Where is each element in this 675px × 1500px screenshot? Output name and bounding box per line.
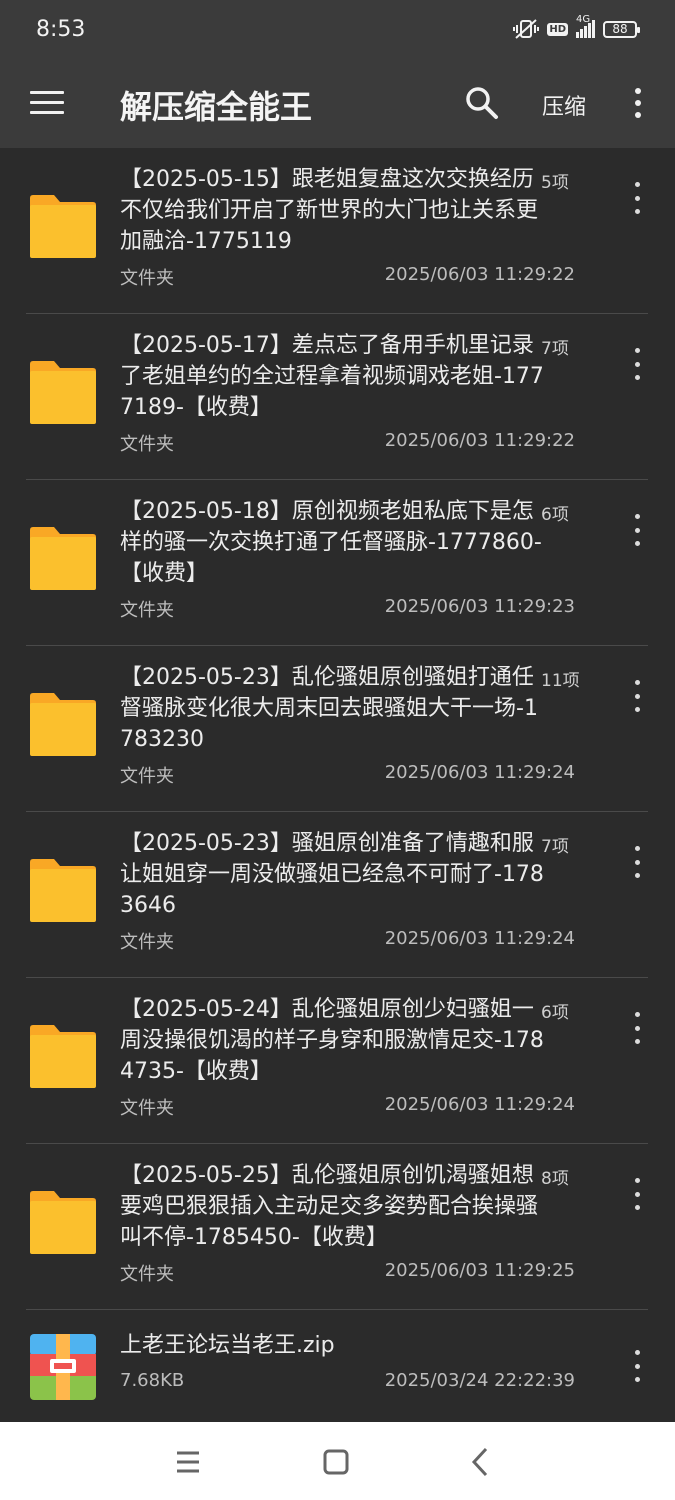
file-name: 【2025-05-25】乱伦骚姐原创饥渴骚姐想要鸡巴狠狠插入主动足交多姿势配合挨… [120,1163,539,1250]
row-more-icon[interactable] [629,1350,647,1386]
recents-icon[interactable] [168,1442,208,1482]
item-count: 5项 [541,173,569,193]
modified-date: 2025/06/03 11:29:24 [384,762,575,783]
file-row[interactable]: 【2025-05-18】原创视频老姐私底下是怎样的骚一次交换打通了任督骚脉-17… [0,480,675,646]
row-more-icon[interactable] [629,348,647,384]
zip-archive-icon [30,1334,96,1400]
file-name: 【2025-05-18】原创视频老姐私底下是怎样的骚一次交换打通了任督骚脉-17… [120,499,542,586]
file-size: 7.68KB [120,1370,185,1391]
modified-date: 2025/06/03 11:29:25 [384,1260,575,1281]
app-title: 解压缩全能王 [120,88,313,126]
battery-level: 88 [612,22,628,36]
folder-icon [30,358,96,424]
row-more-icon[interactable] [629,182,647,218]
item-count: 6项 [541,505,569,525]
compress-button[interactable]: 压缩 [542,89,586,121]
file-row[interactable]: 【2025-05-15】跟老姐复盘这次交换经历不仅给我们开启了新世界的大门也让关… [0,148,675,314]
row-more-icon[interactable] [629,846,647,882]
file-type: 文件夹 [120,932,174,953]
file-row[interactable]: 【2025-05-23】乱伦骚姐原创骚姐打通任督骚脉变化很大周末回去跟骚姐大干一… [0,646,675,812]
muted-vibrate-icon [513,19,540,39]
item-count: 6项 [541,1003,569,1023]
modified-date: 2025/06/03 11:29:23 [384,596,575,617]
folder-icon [30,192,96,258]
hd-badge: HD [547,22,568,36]
modified-date: 2025/06/03 11:29:22 [384,430,575,451]
file-type: 文件夹 [120,434,174,455]
row-more-icon[interactable] [629,514,647,550]
row-more-icon[interactable] [629,1012,647,1048]
signal-icon: 4G [576,14,595,38]
more-vert-icon[interactable] [630,88,646,120]
item-count: 7项 [541,837,569,857]
file-type: 文件夹 [120,1264,174,1285]
system-nav-bar [0,1422,675,1500]
file-row[interactable]: 【2025-05-25】乱伦骚姐原创饥渴骚姐想要鸡巴狠狠插入主动足交多姿势配合挨… [0,1144,675,1310]
file-name: 【2025-05-23】骚姐原创准备了情趣和服让姐姐穿一周没做骚姐已经急不可耐了… [120,831,544,918]
file-type: 文件夹 [120,268,174,289]
folder-icon [30,856,96,922]
home-icon[interactable] [316,1442,356,1482]
modified-date: 2025/03/24 22:22:39 [384,1370,575,1391]
status-time: 8:53 [36,17,86,42]
battery-icon: 88 [603,20,640,38]
modified-date: 2025/06/03 11:29:24 [384,928,575,949]
menu-icon[interactable] [30,91,64,117]
modified-date: 2025/06/03 11:29:22 [384,264,575,285]
folder-icon [30,690,96,756]
row-more-icon[interactable] [629,680,647,716]
app-header: 8:53 HD 4G 88 解压缩全能王 压缩 [0,0,675,148]
item-count: 8项 [541,1169,569,1189]
file-name: 【2025-05-23】乱伦骚姐原创骚姐打通任督骚脉变化很大周末回去跟骚姐大干一… [120,665,538,752]
file-list: 【2025-05-15】跟老姐复盘这次交换经历不仅给我们开启了新世界的大门也让关… [0,148,675,1422]
back-icon[interactable] [461,1442,501,1482]
file-name: 【2025-05-15】跟老姐复盘这次交换经历不仅给我们开启了新世界的大门也让关… [120,167,539,254]
folder-icon [30,524,96,590]
item-count: 7项 [541,339,569,359]
folder-icon [30,1188,96,1254]
file-name: 【2025-05-17】差点忘了备用手机里记录了老姐单约的全过程拿着视频调戏老姐… [120,333,544,420]
row-more-icon[interactable] [629,1178,647,1214]
file-type: 文件夹 [120,1098,174,1119]
file-row[interactable]: 【2025-05-23】骚姐原创准备了情趣和服让姐姐穿一周没做骚姐已经急不可耐了… [0,812,675,978]
file-row[interactable]: 【2025-05-17】差点忘了备用手机里记录了老姐单约的全过程拿着视频调戏老姐… [0,314,675,480]
status-icons: HD 4G 88 [513,14,640,40]
zip-file-row[interactable]: 上老王论坛当老王.zip 7.68KB 2025/03/24 22:22:39 [0,1310,675,1422]
folder-icon [30,1022,96,1088]
file-type: 文件夹 [120,600,174,621]
modified-date: 2025/06/03 11:29:24 [384,1094,575,1115]
search-icon[interactable] [465,86,499,120]
item-count: 11项 [541,671,580,691]
file-name: 上老王论坛当老王.zip [120,1333,335,1358]
file-name: 【2025-05-24】乱伦骚姐原创少妇骚姐一周没操很饥渴的样子身穿和服激情足交… [120,997,544,1084]
file-row[interactable]: 【2025-05-24】乱伦骚姐原创少妇骚姐一周没操很饥渴的样子身穿和服激情足交… [0,978,675,1144]
file-type: 文件夹 [120,766,174,787]
